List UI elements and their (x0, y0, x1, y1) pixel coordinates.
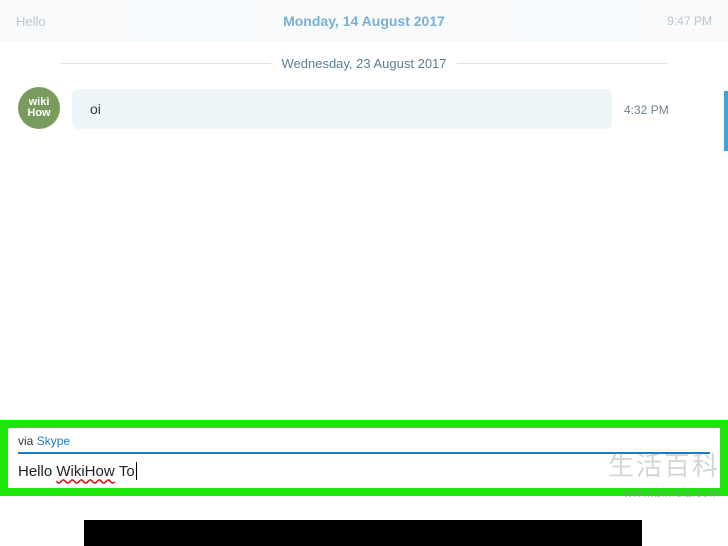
compose-text-prefix: Hello (18, 463, 56, 480)
message-row: wiki How oi 4:32 PM (0, 81, 728, 135)
message-timestamp: 4:32 PM (624, 103, 669, 117)
compose-via-line: via Skype (18, 434, 710, 454)
previous-message-preview: Hello (16, 14, 46, 29)
chat-header: Hello Monday, 14 August 2017 9:47 PM (0, 0, 728, 42)
avatar[interactable]: wiki How (18, 87, 60, 129)
date-divider: Wednesday, 23 August 2017 (0, 42, 728, 81)
message-bubble[interactable]: oi (72, 89, 612, 129)
divider-line-right (457, 63, 668, 64)
compose-input[interactable]: Hello WikiHow To (18, 462, 710, 480)
compose-highlight-frame: via Skype Hello WikiHow To (0, 420, 728, 496)
text-caret (136, 462, 137, 480)
via-prefix: via (18, 434, 37, 448)
via-link[interactable]: Skype (37, 434, 70, 448)
scroll-indicator[interactable] (724, 91, 728, 151)
divider-line-left (60, 63, 271, 64)
header-time: 9:47 PM (667, 14, 712, 28)
divider-date-text: Wednesday, 23 August 2017 (281, 56, 446, 71)
bottom-bar (84, 520, 642, 546)
compose-text-suffix: To (119, 463, 135, 480)
avatar-text-bottom: How (27, 108, 50, 119)
compose-box[interactable]: via Skype Hello WikiHow To (8, 428, 720, 488)
header-date: Monday, 14 August 2017 (283, 13, 445, 29)
compose-text-spell-1: WikiHow (56, 463, 114, 480)
chat-area[interactable]: Wednesday, 23 August 2017 wiki How oi 4:… (0, 42, 728, 420)
